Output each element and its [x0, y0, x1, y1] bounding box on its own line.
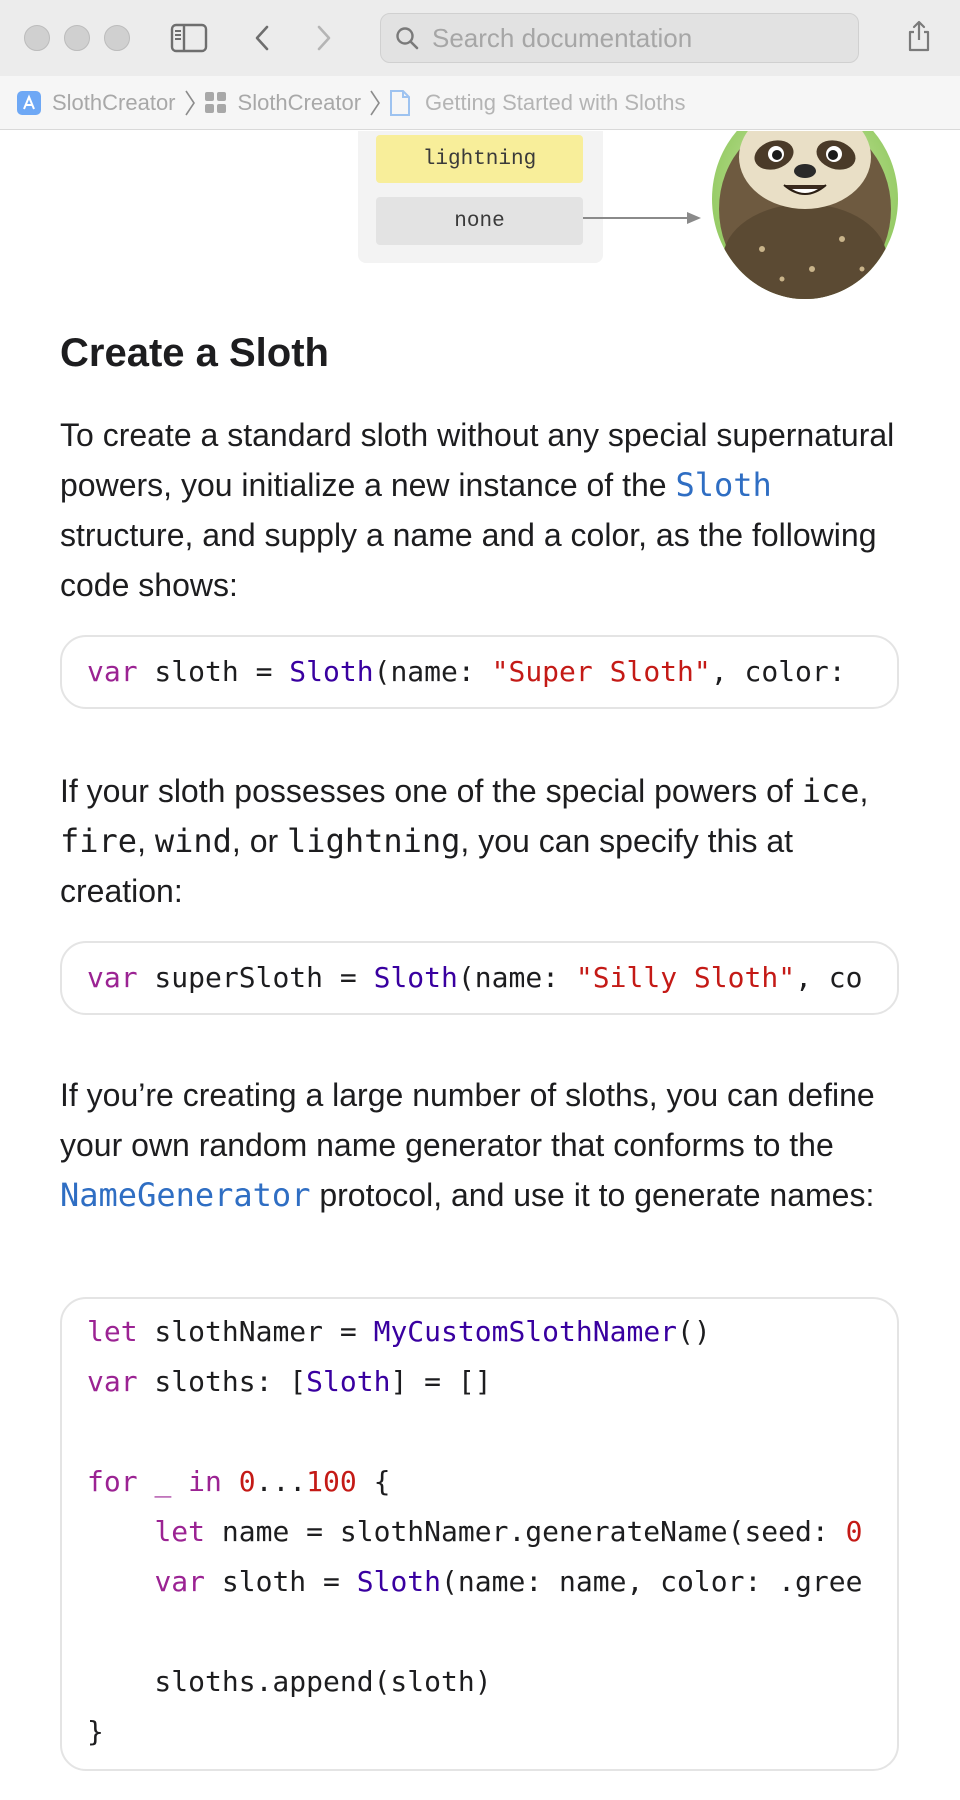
- paragraph-special-powers: If your sloth possesses one of the speci…: [60, 766, 910, 916]
- paragraph-text: structure, and supply a name and a color…: [60, 517, 877, 603]
- code-token: Sloth: [289, 655, 374, 688]
- code-token: ...: [255, 1465, 307, 1498]
- paragraph-text: ,: [137, 823, 155, 859]
- close-window-button[interactable]: [24, 25, 50, 51]
- code-token: MyCustomSlothNamer: [373, 1315, 678, 1348]
- paragraph-text: If your sloth possesses one of the speci…: [60, 773, 802, 809]
- code-token: slothNamer =: [137, 1315, 374, 1348]
- code-token: let: [87, 1315, 138, 1348]
- code-token: (name:: [373, 655, 492, 688]
- breadcrumb-label: SlothCreator: [52, 89, 176, 115]
- chevron-right-icon: [369, 89, 381, 117]
- code-token: var: [154, 1565, 206, 1598]
- power-option-none: none: [376, 197, 583, 245]
- power-diagram: lightning none: [358, 131, 603, 263]
- code-token: for: [87, 1465, 138, 1498]
- search-field[interactable]: [380, 13, 859, 63]
- code-token: var: [87, 961, 138, 994]
- code-token: sloth =: [205, 1565, 357, 1598]
- power-option-lightning: lightning: [376, 135, 583, 183]
- code-listing[interactable]: var sloth = Sloth(name: "Super Sloth", c…: [60, 635, 899, 709]
- code-token: in: [188, 1465, 222, 1498]
- breadcrumb-label: SlothCreator: [237, 89, 362, 115]
- search-icon: [394, 25, 420, 51]
- sloth-symbol-link[interactable]: Sloth: [675, 466, 771, 504]
- namegenerator-symbol-link[interactable]: NameGenerator: [60, 1176, 310, 1214]
- code-line: var sloths: [Sloth] = []: [87, 1365, 492, 1398]
- code-line: let name = slothNamer.generateName(seed:…: [87, 1515, 862, 1548]
- code-token: 100: [306, 1465, 357, 1498]
- code-token: sloth =: [137, 655, 290, 688]
- sloth-image: [712, 131, 898, 299]
- paragraph-text: protocol, and use it to generate names:: [310, 1177, 875, 1213]
- code-line: var sloth = Sloth(name: "Super Sloth", c…: [87, 655, 862, 688]
- code-line: var sloth = Sloth(name: name, color: .gr…: [87, 1565, 862, 1598]
- code-token: (name:: [457, 961, 576, 994]
- code-token: "Super Sloth": [491, 655, 711, 688]
- code-token: Sloth: [306, 1365, 391, 1398]
- app-icon: [16, 90, 42, 116]
- code-voice-fire: fire: [60, 822, 138, 860]
- code-line: for _ in 0...100 {: [87, 1465, 390, 1498]
- minimize-window-button[interactable]: [64, 25, 90, 51]
- code-token: let: [154, 1515, 206, 1548]
- framework-icon: [204, 91, 228, 115]
- breadcrumb-item-article[interactable]: Getting Started with Sloths: [389, 89, 686, 117]
- code-line: var superSloth = Sloth(name: "Silly Slot…: [87, 961, 863, 994]
- code-token: , co: [795, 961, 863, 994]
- forward-chevron-icon[interactable]: [312, 22, 336, 54]
- code-token: , color:: [710, 655, 863, 688]
- search-input[interactable]: [432, 22, 812, 54]
- code-token: superSloth =: [137, 961, 374, 994]
- breadcrumb-label: Getting Started with Sloths: [425, 89, 686, 115]
- code-voice-ice: ice: [801, 772, 860, 810]
- code-line: }: [87, 1715, 104, 1748]
- window-toolbar: [0, 0, 960, 76]
- code-line: sloths.append(sloth): [87, 1665, 492, 1698]
- article-content: lightning none Create a Sloth To create …: [0, 131, 960, 1800]
- breadcrumb-item-app[interactable]: SlothCreator: [16, 90, 176, 116]
- paragraph-text: ,: [859, 773, 869, 809]
- code-line: let slothNamer = MyCustomSlothNamer(): [87, 1315, 711, 1348]
- code-token: (name: name, color: .gree: [441, 1565, 863, 1598]
- back-chevron-icon[interactable]: [250, 22, 274, 54]
- zoom-window-button[interactable]: [104, 25, 130, 51]
- breadcrumb-item-framework[interactable]: SlothCreator: [204, 89, 362, 116]
- arrow-icon: [583, 212, 701, 224]
- code-listing[interactable]: var superSloth = Sloth(name: "Silly Slot…: [60, 941, 899, 1015]
- code-token: "Silly Sloth": [575, 961, 796, 994]
- article-icon: [389, 89, 411, 117]
- paragraph-create-sloth: To create a standard sloth without any s…: [60, 410, 910, 610]
- paragraph-text: If you’re creating a large number of slo…: [60, 1077, 875, 1163]
- code-token: sloths: [: [137, 1365, 307, 1398]
- paragraph-text: , or: [231, 823, 288, 859]
- code-token: Sloth: [356, 1565, 442, 1598]
- paragraph-name-generator: If you’re creating a large number of slo…: [60, 1070, 910, 1220]
- code-listing[interactable]: let slothNamer = MyCustomSlothNamer() va…: [60, 1297, 899, 1771]
- section-heading: Create a Sloth: [60, 331, 329, 375]
- code-token: var: [87, 655, 138, 688]
- code-token: var: [87, 1365, 138, 1398]
- sidebar-toggle-icon[interactable]: [170, 22, 208, 54]
- share-icon[interactable]: [905, 18, 933, 54]
- code-token: (): [677, 1315, 711, 1348]
- code-token: name = slothNamer.generateName(seed:: [205, 1515, 846, 1548]
- code-voice-lightning: lightning: [287, 822, 461, 860]
- breadcrumb: SlothCreator SlothCreator Getting Starte…: [0, 76, 960, 130]
- code-token: {: [356, 1465, 391, 1498]
- code-token: Sloth: [373, 961, 458, 994]
- code-voice-wind: wind: [154, 822, 232, 860]
- chevron-right-icon: [184, 89, 196, 117]
- code-token: _: [154, 1465, 172, 1498]
- code-token: ] = []: [390, 1365, 492, 1398]
- code-token: 0: [845, 1515, 863, 1548]
- code-token: 0: [238, 1465, 256, 1498]
